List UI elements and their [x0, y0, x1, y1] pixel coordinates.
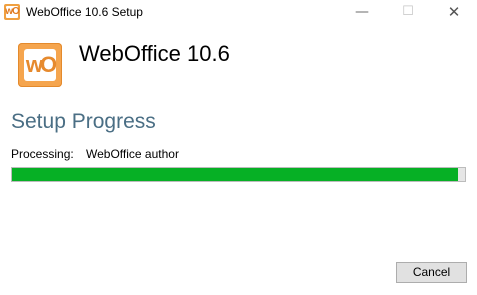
weboffice-logo-icon: wO: [4, 4, 20, 20]
window-title: WebOffice 10.6 Setup: [26, 5, 143, 19]
cancel-button[interactable]: Cancel: [396, 262, 467, 283]
section-title: Setup Progress: [11, 110, 156, 133]
app-logo-icon: wO: [18, 43, 62, 87]
status-value: WebOffice author: [86, 147, 179, 161]
progress-bar-fill: [12, 168, 458, 181]
maximize-button[interactable]: ☐: [385, 0, 431, 26]
app-logo-glyph: wO: [25, 52, 57, 77]
title-bar: wO WebOffice 10.6 Setup — ☐ ✕: [0, 0, 477, 26]
progress-bar: [11, 167, 466, 182]
close-button[interactable]: ✕: [431, 0, 477, 26]
app-title: WebOffice 10.6: [79, 41, 230, 66]
status-label: Processing:: [11, 147, 74, 161]
title-icon-glyph: wO: [5, 6, 20, 17]
minimize-button[interactable]: —: [339, 0, 385, 26]
